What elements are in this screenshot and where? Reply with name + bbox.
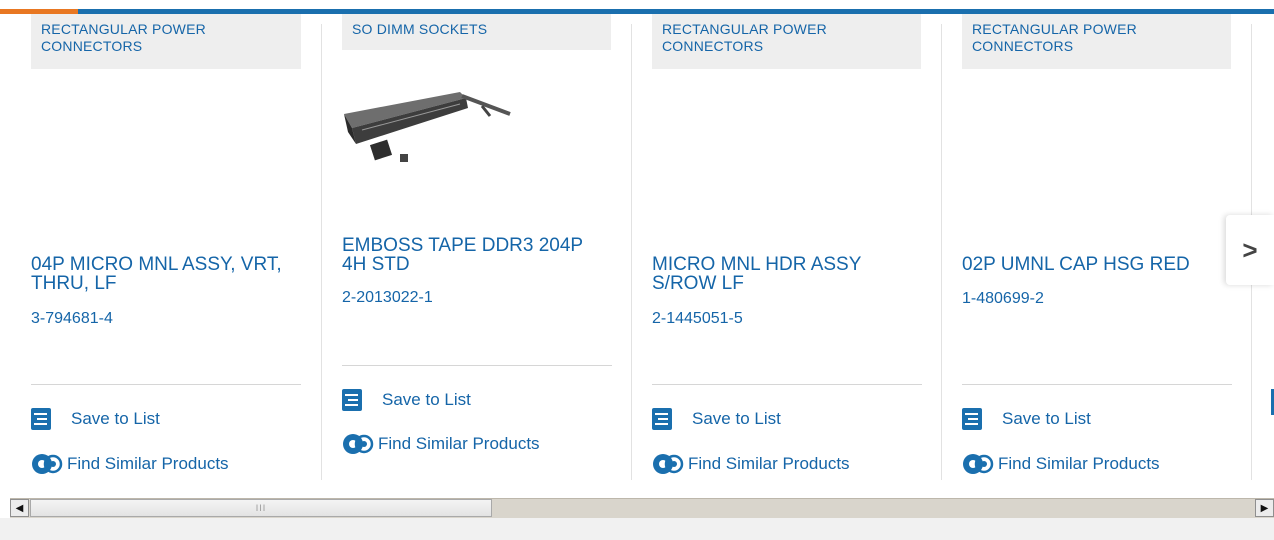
find-similar-button[interactable]: Find Similar Products: [652, 452, 850, 476]
card-divider: [31, 384, 301, 385]
save-to-list-button[interactable]: Save to List: [31, 407, 160, 431]
product-card: SO DIMM SOCKETS EMBOSS TAPE DDR3 204P 4H…: [342, 14, 612, 490]
checklist-icon: [31, 408, 51, 430]
scrollbar-thumb[interactable]: III: [30, 499, 492, 517]
save-to-list-label: Save to List: [71, 409, 160, 428]
find-similar-label: Find Similar Products: [688, 454, 850, 473]
product-title[interactable]: MICRO MNL HDR ASSY S/ROW LF: [652, 255, 922, 293]
checklist-icon: [342, 389, 362, 411]
gears-icon: [343, 434, 374, 454]
product-card: RECTANGULAR POWER CONNECTORS 04P MICRO M…: [31, 14, 301, 490]
product-title[interactable]: 02P UMNL CAP HSG RED: [962, 255, 1232, 274]
find-similar-button[interactable]: Find Similar Products: [31, 452, 229, 476]
save-to-list-button[interactable]: Save to List: [342, 388, 471, 412]
part-number[interactable]: 2-1445051-5: [652, 310, 743, 328]
save-to-list-button[interactable]: Save to List: [652, 407, 781, 431]
carousel-next-button[interactable]: >: [1226, 215, 1274, 285]
category-label[interactable]: SO DIMM SOCKETS: [342, 14, 611, 50]
product-image[interactable]: [342, 84, 522, 184]
category-label[interactable]: RECTANGULAR POWER CONNECTORS: [652, 14, 921, 69]
checklist-icon: [962, 408, 982, 430]
chevron-right-icon: >: [1242, 234, 1258, 265]
product-carousel: RECTANGULAR POWER CONNECTORS 04P MICRO M…: [0, 14, 1274, 490]
category-label[interactable]: RECTANGULAR POWER CONNECTORS: [962, 14, 1231, 69]
save-to-list-label: Save to List: [692, 409, 781, 428]
product-title[interactable]: EMBOSS TAPE DDR3 204P 4H STD: [342, 236, 612, 274]
product-title[interactable]: 04P MICRO MNL ASSY, VRT, THRU, LF: [31, 255, 301, 293]
product-card: RECTANGULAR POWER CONNECTORS MICRO MNL H…: [652, 14, 922, 490]
horizontal-scrollbar[interactable]: ◀ III ▶: [10, 498, 1274, 518]
gears-icon: [963, 454, 994, 474]
save-to-list-label: Save to List: [1002, 409, 1091, 428]
card-separator: [631, 24, 632, 480]
find-similar-label: Find Similar Products: [998, 454, 1160, 473]
scroll-left-button[interactable]: ◀: [10, 499, 29, 517]
card-divider: [342, 365, 612, 366]
card-separator: [941, 24, 942, 480]
triangle-right-icon: ▶: [1260, 502, 1269, 514]
find-similar-button[interactable]: Find Similar Products: [342, 432, 540, 456]
part-number[interactable]: 3-794681-4: [31, 310, 113, 328]
find-similar-button[interactable]: Find Similar Products: [962, 452, 1160, 476]
save-to-list-label: Save to List: [382, 390, 471, 409]
category-label[interactable]: RECTANGULAR POWER CONNECTORS: [31, 14, 301, 69]
card-separator: [321, 24, 322, 480]
card-divider: [962, 384, 1232, 385]
gears-icon: [653, 454, 684, 474]
save-to-list-button[interactable]: Save to List: [962, 407, 1091, 431]
product-card: RECTANGULAR POWER CONNECTORS 02P UMNL CA…: [962, 14, 1232, 490]
scroll-right-button[interactable]: ▶: [1255, 499, 1274, 517]
find-similar-label: Find Similar Products: [378, 434, 540, 453]
page-bottom-area: [0, 518, 1274, 540]
checklist-icon: [652, 408, 672, 430]
thumb-grip: III: [255, 503, 267, 513]
find-similar-label: Find Similar Products: [67, 454, 229, 473]
triangle-left-icon: ◀: [15, 502, 24, 514]
gears-icon: [32, 454, 63, 474]
part-number[interactable]: 2-2013022-1: [342, 289, 433, 307]
card-divider: [652, 384, 922, 385]
part-number[interactable]: 1-480699-2: [962, 290, 1044, 308]
